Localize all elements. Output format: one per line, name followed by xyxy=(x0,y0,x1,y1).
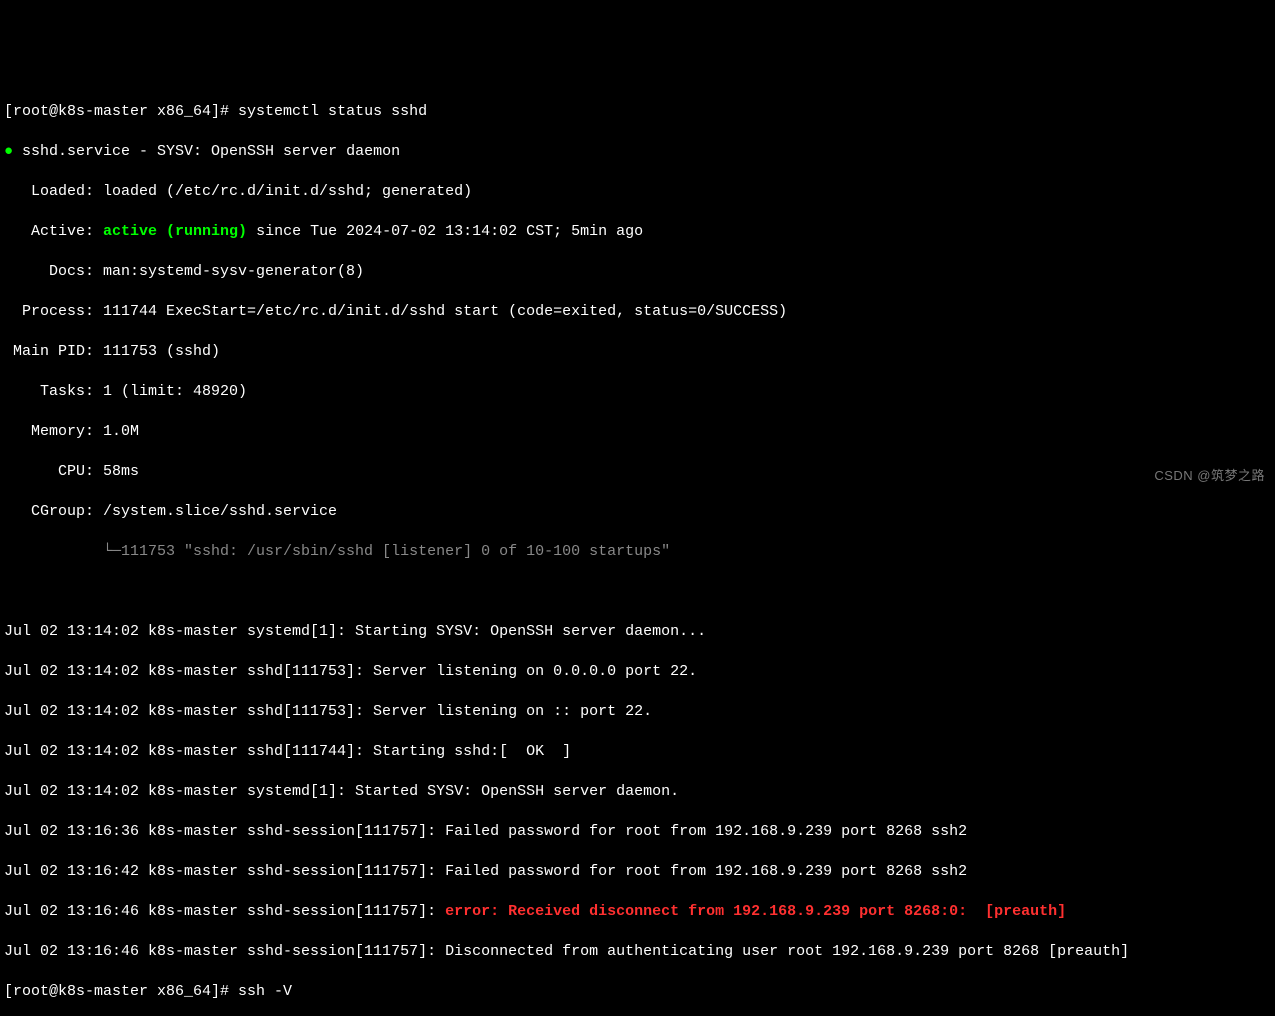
log-line: Jul 02 13:14:02 k8s-master sshd[111753]:… xyxy=(4,662,1271,682)
shell-prompt: [root@k8s-master x86_64]# xyxy=(4,983,238,1000)
docs-line: Docs: man:systemd-sysv-generator(8) xyxy=(4,262,1271,282)
log-line: Jul 02 13:16:42 k8s-master sshd-session[… xyxy=(4,862,1271,882)
log-line: Jul 02 13:14:02 k8s-master sshd[111753]:… xyxy=(4,702,1271,722)
log-line: Jul 02 13:16:46 k8s-master sshd-session[… xyxy=(4,942,1271,962)
log-line: Jul 02 13:14:02 k8s-master systemd[1]: S… xyxy=(4,782,1271,802)
process-line: Process: 111744 ExecStart=/etc/rc.d/init… xyxy=(4,302,1271,322)
command-text: ssh -V xyxy=(238,983,292,1000)
cpu-line: CPU: 58ms xyxy=(4,462,1271,482)
command-line-2: [root@k8s-master x86_64]# ssh -V xyxy=(4,982,1271,1002)
cgroup-tree-line: └─111753 "sshd: /usr/sbin/sshd [listener… xyxy=(4,542,1271,562)
command-line-1: [root@k8s-master x86_64]# systemctl stat… xyxy=(4,102,1271,122)
shell-prompt: [root@k8s-master x86_64]# xyxy=(4,103,238,120)
status-dot-icon: ● xyxy=(4,143,13,160)
log-error-line: Jul 02 13:16:46 k8s-master sshd-session[… xyxy=(4,902,1271,922)
mainpid-line: Main PID: 111753 (sshd) xyxy=(4,342,1271,362)
terminal[interactable]: [root@k8s-master x86_64]# systemctl stat… xyxy=(4,82,1271,1016)
error-message: error: Received disconnect from 192.168.… xyxy=(445,903,1066,920)
active-status: active (running) xyxy=(103,223,247,240)
blank-line xyxy=(4,582,1271,602)
log-line: Jul 02 13:16:36 k8s-master sshd-session[… xyxy=(4,822,1271,842)
loaded-line: Loaded: loaded (/etc/rc.d/init.d/sshd; g… xyxy=(4,182,1271,202)
tasks-line: Tasks: 1 (limit: 48920) xyxy=(4,382,1271,402)
cgroup-line: CGroup: /system.slice/sshd.service xyxy=(4,502,1271,522)
memory-line: Memory: 1.0M xyxy=(4,422,1271,442)
watermark: CSDN @筑梦之路 xyxy=(1154,466,1265,486)
log-line: Jul 02 13:14:02 k8s-master systemd[1]: S… xyxy=(4,622,1271,642)
service-header: ● sshd.service - SYSV: OpenSSH server da… xyxy=(4,142,1271,162)
log-line: Jul 02 13:14:02 k8s-master sshd[111744]:… xyxy=(4,742,1271,762)
command-text: systemctl status sshd xyxy=(238,103,427,120)
active-line: Active: active (running) since Tue 2024-… xyxy=(4,222,1271,242)
